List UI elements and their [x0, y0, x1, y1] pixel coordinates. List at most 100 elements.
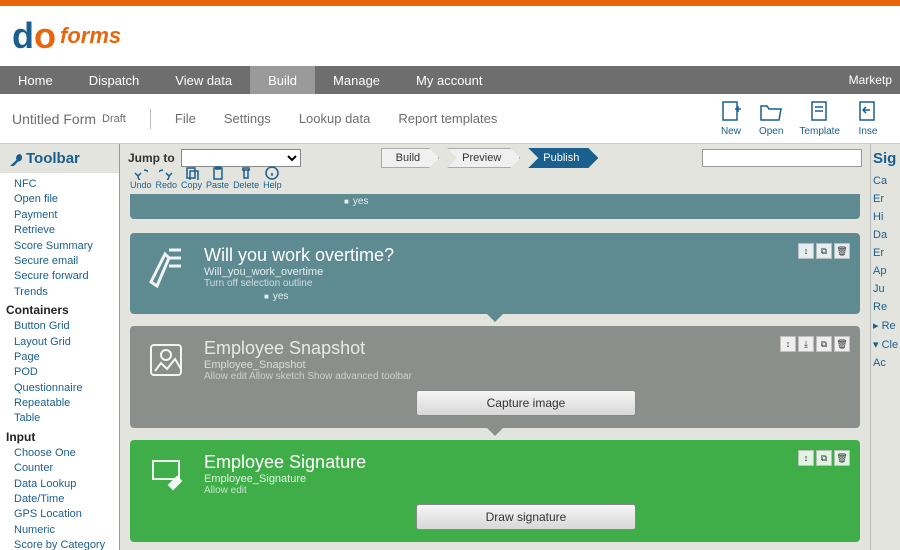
step-publish[interactable]: Publish	[528, 148, 598, 168]
toolbar-item[interactable]: GPS Location	[14, 507, 119, 522]
action-template[interactable]: Template	[799, 100, 840, 137]
signature-icon	[144, 452, 188, 496]
toolbar-item[interactable]: Layout Grid	[14, 335, 119, 350]
toolbar-item[interactable]: Secure forward	[14, 269, 119, 284]
toolbar-header: Toolbar	[0, 144, 119, 173]
action-insert-label: Inse	[859, 126, 878, 137]
property-row[interactable]: Ju	[873, 283, 898, 295]
property-row[interactable]: Er	[873, 193, 898, 205]
paste-icon	[211, 166, 225, 180]
nav-build[interactable]: Build	[250, 66, 315, 94]
action-new-label: New	[721, 126, 741, 137]
card-copy-button[interactable]: ⧉	[816, 336, 832, 352]
help-button[interactable]: Help	[263, 166, 282, 190]
toolbar-item[interactable]: Numeric	[14, 523, 119, 538]
capture-image-button[interactable]: Capture image	[416, 390, 636, 416]
card-move-button[interactable]: ↕	[798, 243, 814, 259]
copy-button[interactable]: Copy	[181, 166, 202, 190]
redo-button[interactable]: Redo	[156, 166, 178, 190]
nav-my-account[interactable]: My account	[398, 66, 500, 94]
card-copy-button[interactable]: ⧉	[816, 243, 832, 259]
toolbar-item[interactable]: Choose One	[14, 446, 119, 461]
card-snapshot[interactable]: ↕ ⤓ ⧉ 🗑 Employee Snapshot Employee_Snaps…	[130, 326, 860, 428]
action-open[interactable]: Open	[759, 100, 783, 137]
open-icon	[759, 100, 783, 124]
menu-settings[interactable]: Settings	[224, 111, 271, 126]
draw-signature-button[interactable]: Draw signature	[416, 504, 636, 530]
nav-dispatch[interactable]: Dispatch	[71, 66, 158, 94]
nav-manage[interactable]: Manage	[315, 66, 398, 94]
property-row[interactable]: Hi	[873, 211, 898, 223]
property-row[interactable]: Re	[873, 301, 898, 313]
toolbar-item[interactable]: Counter	[14, 461, 119, 476]
toolbar-item[interactable]: Button Grid	[14, 319, 119, 334]
toolbar-item[interactable]: Secure email	[14, 254, 119, 269]
paste-button[interactable]: Paste	[206, 166, 229, 190]
toolbar-item[interactable]: Payment	[14, 208, 119, 223]
card-hint: Allow edit Allow sketch Show advanced to…	[204, 371, 848, 382]
image-icon	[144, 338, 188, 382]
template-icon	[808, 100, 832, 124]
jump-to-select[interactable]	[181, 149, 301, 167]
card-field-name: Employee_Signature	[204, 473, 848, 485]
card-delete-button[interactable]: 🗑	[834, 450, 850, 466]
delete-button[interactable]: Delete	[233, 166, 259, 190]
property-row[interactable]: ▸ Re	[873, 319, 898, 332]
card-field-name: Employee_Snapshot	[204, 359, 848, 371]
nav-marketplace[interactable]: Marketp	[849, 73, 900, 87]
action-new[interactable]: New	[719, 100, 743, 137]
card-move-button[interactable]: ↕	[798, 450, 814, 466]
action-insert[interactable]: Inse	[856, 100, 880, 137]
toolbar-item[interactable]: Data Lookup	[14, 477, 119, 492]
menu-report-templates[interactable]: Report templates	[398, 111, 497, 126]
card-delete-button[interactable]: 🗑	[834, 336, 850, 352]
logo: do	[12, 15, 56, 57]
card-title: Employee Snapshot	[204, 338, 848, 359]
toolbar-title: Toolbar	[26, 150, 80, 167]
card-signature[interactable]: ↕ ⧉ 🗑 Employee Signature Employee_Signat…	[130, 440, 860, 542]
step-build[interactable]: Build	[381, 148, 439, 168]
card-actions: ↕ ⧉ 🗑	[798, 243, 850, 259]
property-row[interactable]: Ca	[873, 175, 898, 187]
toolbar-item[interactable]: Trends	[14, 285, 119, 300]
property-row[interactable]: Da	[873, 229, 898, 241]
logo-o: o	[34, 15, 56, 57]
properties-header: Sig	[873, 150, 898, 167]
form-title: Untitled Form	[12, 111, 96, 127]
card-delete-button[interactable]: 🗑	[834, 243, 850, 259]
toolbar-item[interactable]: Open file	[14, 192, 119, 207]
property-row[interactable]: ▾ Cle	[873, 338, 898, 351]
card-truncated[interactable]: yes	[130, 194, 860, 219]
toolbar-item[interactable]: Questionnaire	[14, 381, 119, 396]
toolbar-item[interactable]: Table	[14, 411, 119, 426]
toolbar-category: Input	[6, 430, 119, 444]
canvas-body[interactable]: yes ↕ ⧉ 🗑 Will you work overtime? Will_y…	[120, 194, 870, 550]
toolbar-item[interactable]: Page	[14, 350, 119, 365]
toolbar-item[interactable]: Score Summary	[14, 239, 119, 254]
card-overtime[interactable]: ↕ ⧉ 🗑 Will you work overtime? Will_you_w…	[130, 233, 860, 314]
property-row[interactable]: Ap	[873, 265, 898, 277]
undo-button[interactable]: Undo	[130, 166, 152, 190]
logo-d: d	[12, 15, 34, 56]
menu-file[interactable]: File	[175, 111, 196, 126]
nav-view-data[interactable]: View data	[157, 66, 250, 94]
toolbar-item[interactable]: Retrieve	[14, 223, 119, 238]
card-dup-button[interactable]: ⤓	[798, 336, 814, 352]
step-preview[interactable]: Preview	[447, 148, 520, 168]
card-move-button[interactable]: ↕	[780, 336, 796, 352]
toolbar-item[interactable]: Repeatable	[14, 396, 119, 411]
toolbar-item[interactable]: POD	[14, 365, 119, 380]
toolbar-category: Containers	[6, 303, 119, 317]
nav-home[interactable]: Home	[0, 66, 71, 94]
property-row[interactable]: Er	[873, 247, 898, 259]
toolbar-item[interactable]: Score by Category	[14, 538, 119, 550]
card-copy-button[interactable]: ⧉	[816, 450, 832, 466]
toolbar-item[interactable]: NFC	[14, 177, 119, 192]
canvas-search-input[interactable]	[702, 149, 862, 167]
wrench-icon	[8, 152, 22, 166]
toolbar-list[interactable]: NFCOpen filePaymentRetrieveScore Summary…	[0, 173, 119, 550]
main-nav: Home Dispatch View data Build Manage My …	[0, 66, 900, 94]
toolbar-item[interactable]: Date/Time	[14, 492, 119, 507]
property-row[interactable]: Ac	[873, 357, 898, 369]
menu-lookup-data[interactable]: Lookup data	[299, 111, 371, 126]
